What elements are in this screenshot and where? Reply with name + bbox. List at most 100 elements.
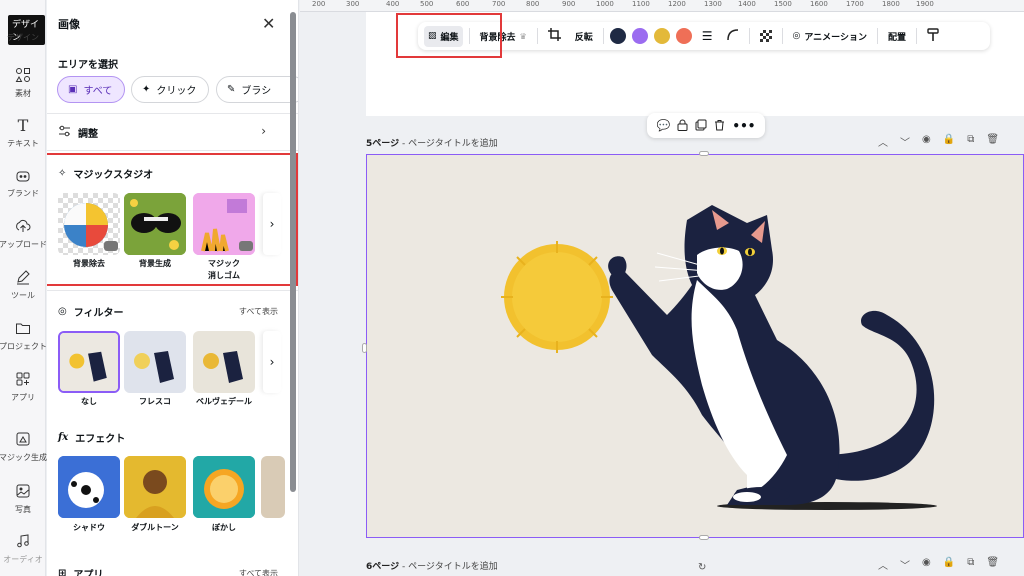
trash-icon[interactable] [714, 116, 725, 135]
crop-button[interactable] [544, 24, 565, 48]
rail-item-audio[interactable]: オーディオ [0, 530, 46, 565]
ruler-tick: 700 [492, 0, 506, 8]
divider [47, 150, 298, 151]
rotate-icon[interactable]: ↻ [698, 562, 706, 573]
lock-page-icon[interactable]: 🔒 [943, 134, 955, 149]
rail-item-design[interactable]: デザイン [0, 30, 46, 43]
animation-label: アニメーション [804, 32, 867, 43]
image-icon: ▣ [68, 84, 78, 95]
photo-icon [12, 480, 34, 502]
chip-click[interactable]: ✦ クリック [131, 76, 209, 103]
duplicate-page-icon[interactable]: ⧉ [967, 557, 974, 572]
magic-media-icon [12, 428, 34, 450]
brush-icon: ✎ [227, 84, 236, 95]
rail-label: ブランド [7, 189, 39, 198]
effect-blur-thumb[interactable] [193, 456, 255, 518]
apps-header: ⊞ アプリ [58, 566, 103, 576]
rail-label: テキスト [7, 139, 39, 148]
rail-item-brand[interactable]: ブランド [0, 164, 46, 199]
rail-item-draw[interactable]: ツール [0, 266, 46, 301]
rail-item-elements[interactable]: 素材 [0, 64, 46, 99]
copy-style-button[interactable] [923, 24, 943, 49]
page-5-label[interactable]: 5ページ - ページタイトルを追加 [366, 136, 498, 149]
ruler-tick: 1300 [704, 0, 722, 8]
rail-item-photos[interactable]: 写真 [0, 480, 46, 515]
effect-more-thumb[interactable] [261, 456, 285, 518]
separator [748, 28, 750, 44]
chevron-up-icon[interactable]: ︿ [878, 557, 888, 572]
chevron-up-icon[interactable]: ︿ [878, 134, 888, 149]
duplicate-icon[interactable] [695, 116, 707, 135]
resize-handle-left[interactable] [362, 343, 367, 353]
delete-page-icon[interactable]: 🗑 [986, 557, 999, 572]
position-label: 配置 [888, 32, 907, 43]
rail-label: アプリ [11, 393, 35, 402]
filter-see-all-link[interactable]: すべて表示 [239, 306, 278, 317]
transparency-button[interactable] [756, 26, 776, 46]
cat-image [60, 333, 118, 391]
separator [536, 28, 538, 44]
chip-label: ブラシ [241, 86, 272, 97]
chevron-down-icon[interactable]: ﹀ [900, 134, 910, 149]
rail-item-projects[interactable]: プロジェクト [0, 317, 47, 352]
color-swatch[interactable] [609, 28, 626, 44]
position-button[interactable]: 配置 [884, 26, 910, 47]
chip-label: クリック [156, 86, 197, 97]
rail-item-apps[interactable]: アプリ [0, 368, 46, 403]
audio-icon [12, 530, 34, 552]
resize-handle-bottom[interactable] [699, 535, 709, 540]
ruler-tick: 600 [456, 0, 470, 8]
comment-add-icon[interactable]: 💬 [657, 119, 671, 132]
lock-page-icon[interactable]: 🔒 [943, 557, 955, 572]
crown-icon: ♛ [519, 31, 527, 41]
adjust-row[interactable]: 調整 [58, 125, 98, 140]
page-6-label[interactable]: 6ページ - ページタイトルを追加 [366, 559, 498, 572]
rail-item-upload[interactable]: アップロード [0, 215, 47, 250]
paint-roller-icon [927, 27, 939, 45]
chevron-right-icon[interactable]: › [261, 124, 266, 138]
panel-scrollbar[interactable] [290, 12, 296, 492]
separator [877, 28, 878, 44]
chip-all[interactable]: ▣ すべて [57, 76, 125, 103]
flip-label: 反転 [574, 32, 593, 43]
more-icon[interactable]: ••• [732, 119, 755, 133]
filter-label: フィルター [73, 308, 124, 319]
image-toolbar: ▨ 編集 背景除去 ♛ 反転 ☰ ◎ アニメーション 配置 [418, 22, 990, 50]
apps-see-all-link[interactable]: すべて表示 [239, 568, 278, 576]
effect-duotone-thumb[interactable] [124, 456, 186, 518]
color-swatch[interactable] [675, 28, 692, 44]
rail-label: オーディオ [3, 555, 43, 564]
page-5-canvas[interactable] [366, 154, 1024, 538]
resize-handle-top[interactable] [699, 151, 709, 156]
divider [47, 113, 298, 114]
filter-fresco-thumb[interactable] [124, 331, 186, 393]
hide-page-icon[interactable]: ◉ [922, 134, 931, 149]
effect-shadow-thumb[interactable] [58, 456, 120, 518]
lock-icon[interactable] [677, 116, 688, 135]
hide-page-icon[interactable]: ◉ [922, 557, 931, 572]
soccer-ball-image [58, 456, 120, 518]
filter-none-thumb[interactable] [58, 331, 120, 393]
corner-rounding-button[interactable] [723, 25, 743, 48]
rail-item-magic-media[interactable]: マジック生成 [0, 428, 47, 463]
color-swatch[interactable] [653, 28, 670, 44]
chip-brush[interactable]: ✎ ブラシ [216, 76, 298, 103]
chevron-down-icon[interactable]: ﹀ [900, 557, 910, 572]
ruler: 200 300 400 500 600 700 800 900 1000 110… [300, 0, 1024, 12]
filter-item-label: なし [81, 397, 97, 406]
flip-button[interactable]: 反転 [571, 26, 597, 47]
animation-button[interactable]: ◎ アニメーション [789, 26, 872, 47]
delete-page-icon[interactable]: 🗑 [986, 134, 999, 149]
close-icon[interactable]: ✕ [262, 14, 275, 33]
filter-item-label: フレスコ [139, 397, 171, 406]
chevron-right-icon[interactable]: › [263, 331, 281, 393]
color-swatch[interactable] [631, 28, 648, 44]
duplicate-page-icon[interactable]: ⧉ [967, 134, 974, 149]
rail-item-text[interactable]: T テキスト [0, 114, 46, 149]
filter-belvedere-thumb[interactable] [193, 331, 255, 393]
sparkle-cursor-icon: ✦ [142, 84, 151, 95]
border-style-button[interactable]: ☰ [698, 25, 717, 47]
effect-item-label: ぼかし [212, 523, 236, 532]
effect-label: エフェクト [75, 434, 126, 445]
effect-item-label: ダブルトーン [131, 523, 179, 532]
